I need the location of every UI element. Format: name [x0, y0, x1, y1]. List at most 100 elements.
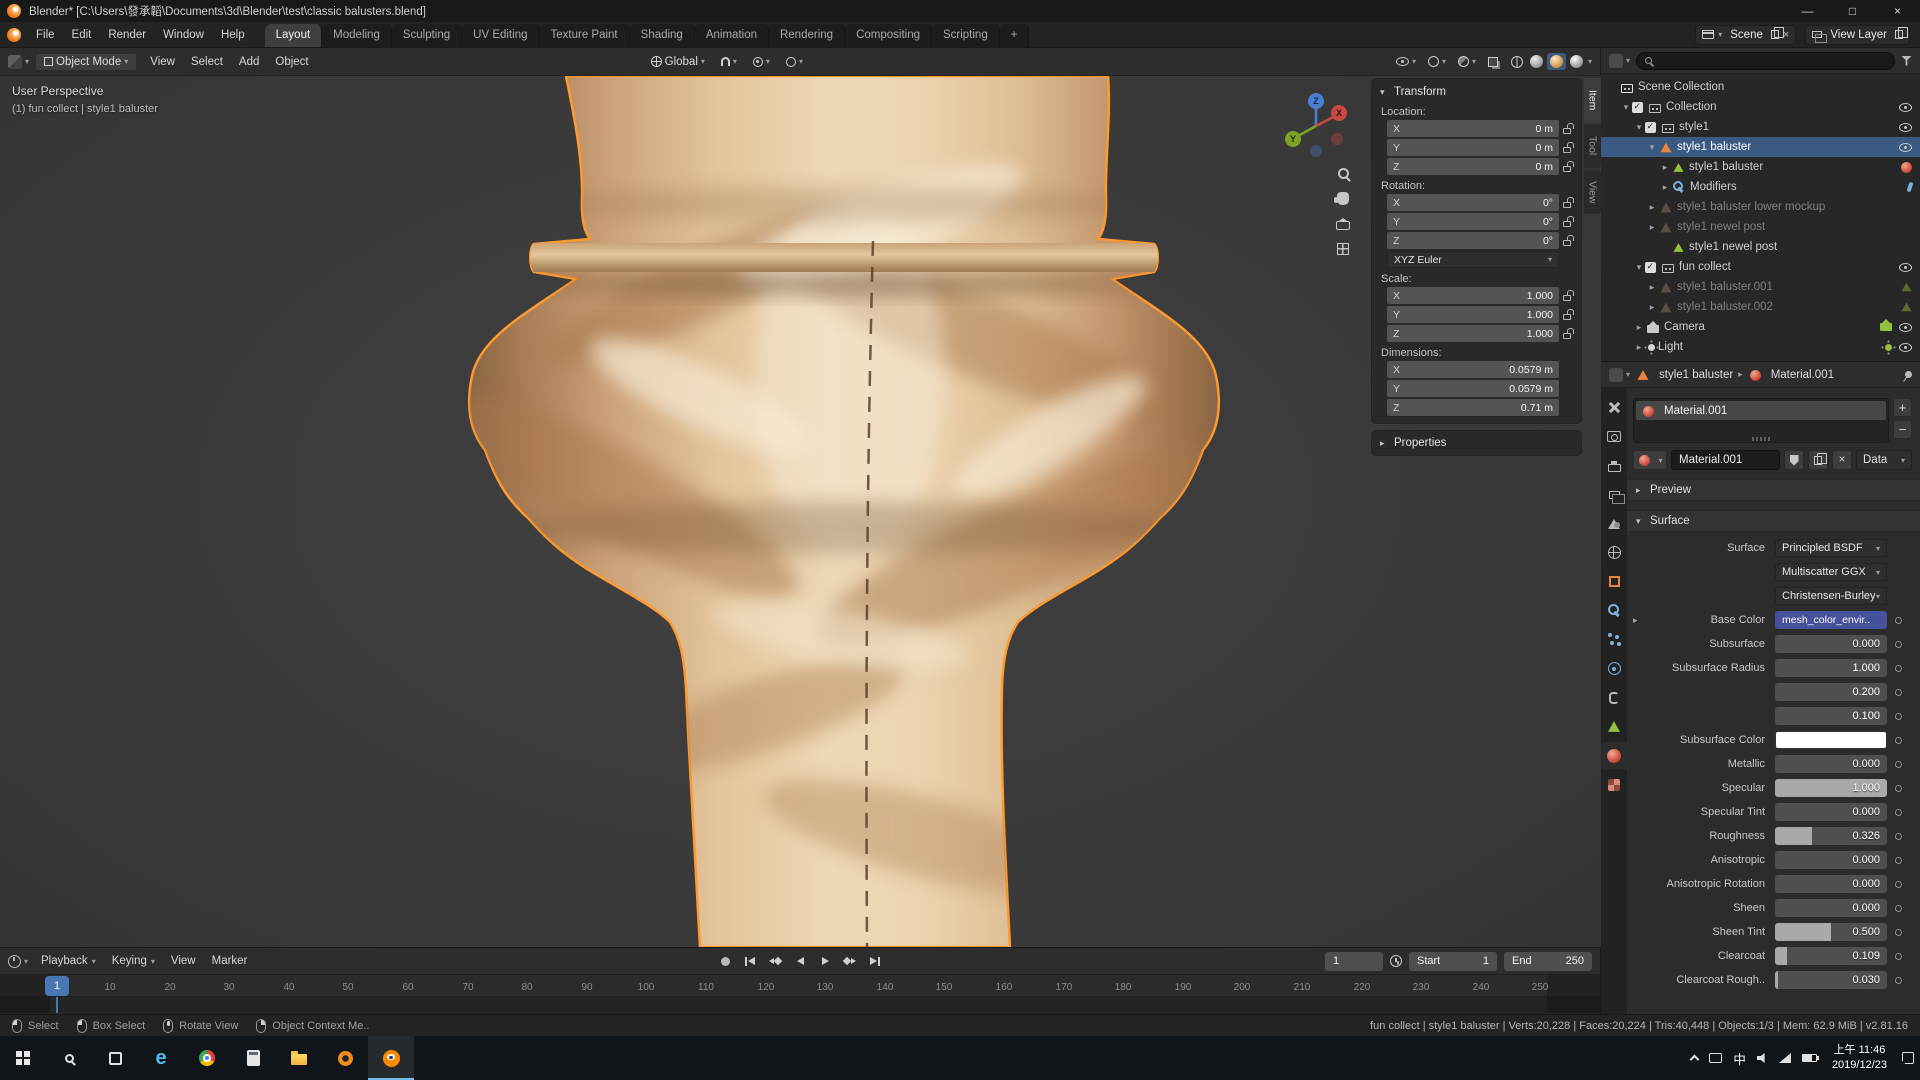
outliner-item-label[interactable]: style1 baluster	[1677, 141, 1751, 153]
transform-value-field[interactable]: Y 0 m	[1387, 139, 1559, 156]
transform-value-field[interactable]: Y 0°	[1387, 213, 1559, 230]
navigation-gizmo[interactable]: Z X Y	[1281, 91, 1351, 161]
workspace-tab[interactable]: Compositing	[845, 24, 932, 47]
breadcrumb-object[interactable]: style1 baluster	[1659, 369, 1733, 381]
transform-value-field[interactable]: Z 0.71 m	[1387, 399, 1559, 416]
task-view-icon[interactable]	[92, 1036, 138, 1080]
outliner-item-label[interactable]: fun collect	[1679, 261, 1731, 273]
pin-icon[interactable]	[1904, 370, 1914, 380]
transform-value-field[interactable]: X 1.000	[1387, 287, 1559, 304]
proportional-edit-dropdown[interactable]: ▾	[781, 55, 808, 69]
outliner-item-label[interactable]: Modifiers	[1690, 181, 1737, 193]
editor-type-button[interactable]: ▾	[8, 55, 29, 69]
property-dropdown[interactable]: Christensen-Burley▾	[1775, 587, 1887, 605]
material-name-field[interactable]: Material.001	[1671, 450, 1780, 470]
material-slot[interactable]: Material.001	[1636, 401, 1886, 420]
workspace-tab[interactable]: Scripting	[932, 24, 1000, 47]
shading-dropdown-icon[interactable]: ▾	[1588, 57, 1592, 66]
zoom-tool-icon[interactable]	[1338, 168, 1349, 179]
search-input[interactable]	[1657, 55, 1886, 67]
properties-tab[interactable]	[1601, 742, 1627, 769]
property-slider[interactable]: 0.000	[1775, 875, 1887, 893]
properties-tab[interactable]	[1601, 713, 1627, 740]
outliner-row[interactable]: fun collect	[1601, 257, 1920, 277]
menubar-item[interactable]: Window	[155, 26, 212, 44]
outliner-row[interactable]: style1 newel post	[1601, 237, 1920, 257]
minimize-button[interactable]: —	[1785, 0, 1830, 22]
timeline-track-area[interactable]	[0, 997, 1600, 1013]
property-slider[interactable]: 0.109	[1775, 947, 1887, 965]
chrome-icon[interactable]	[184, 1036, 230, 1080]
properties-tab[interactable]	[1601, 452, 1627, 479]
previous-keyframe-button[interactable]	[764, 952, 786, 970]
sidebar-tab[interactable]: View	[1584, 170, 1601, 214]
mesh-data-icon[interactable]	[1901, 282, 1912, 292]
outliner-item-label[interactable]: style1 newel post	[1689, 241, 1777, 253]
pan-tool-icon[interactable]	[1337, 192, 1349, 205]
outliner-item-label[interactable]: style1 baluster lower mockup	[1677, 201, 1825, 213]
transform-value-field[interactable]: Z 0 m	[1387, 158, 1559, 175]
jump-to-start-button[interactable]	[739, 952, 761, 970]
outliner-row[interactable]: style1 baluster lower mockup	[1601, 197, 1920, 217]
outliner-row[interactable]: Modifiers	[1601, 177, 1920, 197]
outliner-item-label[interactable]: style1 baluster	[1689, 161, 1763, 173]
play-button[interactable]	[814, 952, 836, 970]
property-slider[interactable]: 0.000	[1775, 803, 1887, 821]
properties-tab[interactable]	[1601, 539, 1627, 566]
workspace-tab[interactable]: Modeling	[322, 24, 392, 47]
properties-tab[interactable]	[1601, 626, 1627, 653]
keyframe-dot[interactable]	[1895, 713, 1902, 720]
surface-panel-header[interactable]: ▾ Surface	[1627, 510, 1920, 532]
property-slider[interactable]: 0.000	[1775, 899, 1887, 917]
property-number-field[interactable]: 1.000	[1775, 659, 1887, 677]
property-slider[interactable]: 0.000	[1775, 755, 1887, 773]
keyframe-dot[interactable]	[1895, 929, 1902, 936]
maximize-button[interactable]: □	[1830, 0, 1875, 22]
disclosure-triangle-icon[interactable]	[1659, 162, 1671, 173]
shading-wireframe-icon[interactable]	[1508, 53, 1526, 70]
3d-viewport[interactable]: ▾ Object Mode▾ ViewSelectAddObject Globa…	[0, 48, 1601, 947]
next-keyframe-button[interactable]	[839, 952, 861, 970]
outliner-row[interactable]: style1	[1601, 117, 1920, 137]
lock-icon[interactable]	[1563, 202, 1571, 208]
sidebar-tab[interactable]: Tool	[1584, 124, 1601, 168]
eye-icon[interactable]	[1899, 123, 1912, 132]
disclosure-triangle-icon[interactable]	[1646, 222, 1658, 233]
keyframe-dot[interactable]	[1895, 785, 1902, 792]
viewport-menu-item[interactable]: Object	[268, 53, 315, 71]
viewport-menu-item[interactable]: View	[143, 53, 182, 71]
lock-icon[interactable]	[1563, 295, 1571, 301]
add-material-slot-button[interactable]: +	[1893, 398, 1912, 417]
eye-icon[interactable]	[1899, 343, 1912, 352]
workspace-tab[interactable]: Rendering	[769, 24, 845, 47]
record-button[interactable]	[714, 952, 736, 970]
scene-name[interactable]: Scene	[1726, 29, 1767, 41]
properties-subpanel-header[interactable]: ▸ Properties	[1378, 434, 1575, 452]
xray-toggle[interactable]	[1483, 55, 1506, 69]
property-number-field[interactable]: 0.100	[1775, 707, 1887, 725]
speaker-icon[interactable]	[1757, 1053, 1768, 1064]
viewport-menu-item[interactable]: Add	[232, 53, 266, 71]
keyframe-dot[interactable]	[1895, 977, 1902, 984]
disclosure-triangle-icon[interactable]	[1633, 262, 1645, 273]
outliner-row[interactable]: style1 baluster.001	[1601, 277, 1920, 297]
properties-tab[interactable]	[1601, 597, 1627, 624]
lock-icon[interactable]	[1563, 166, 1571, 172]
properties-tab[interactable]	[1601, 481, 1627, 508]
current-frame-field[interactable]: 1	[1325, 952, 1383, 971]
unlink-material-button[interactable]: ×	[1832, 450, 1852, 470]
new-scene-icon[interactable]	[1771, 30, 1779, 39]
ime-indicator[interactable]: 中	[1733, 1049, 1746, 1068]
property-slider[interactable]: 0.326	[1775, 827, 1887, 845]
menubar-item[interactable]: Edit	[64, 26, 100, 44]
jump-to-end-button[interactable]	[864, 952, 886, 970]
editor-type-button[interactable]: ▾	[8, 955, 28, 968]
workspace-tab[interactable]: Animation	[695, 24, 769, 47]
file-explorer-icon[interactable]	[276, 1036, 322, 1080]
scene-selector[interactable]: ▾ Scene ×	[1695, 25, 1796, 45]
end-frame-field[interactable]: End250	[1504, 952, 1592, 971]
start-icon[interactable]	[0, 1036, 46, 1080]
expand-input-icon[interactable]: ▸	[1633, 615, 1638, 626]
new-material-button[interactable]	[1808, 450, 1828, 470]
tray-expand-icon[interactable]	[1690, 1055, 1700, 1065]
